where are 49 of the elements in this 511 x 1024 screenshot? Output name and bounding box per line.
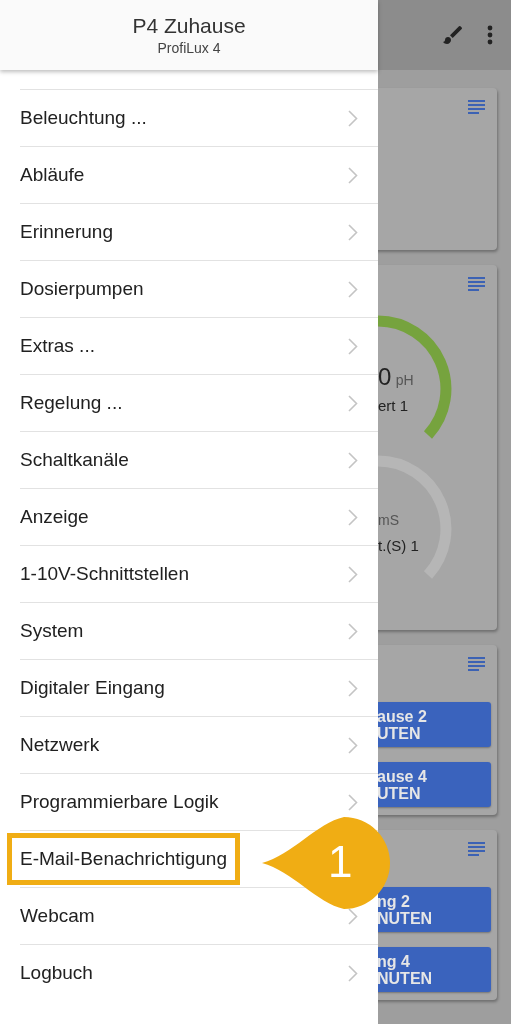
gauge-label: t.(S) 1 [378,537,419,554]
menu-item[interactable]: Logbuch [20,962,93,984]
chevron-icon [348,223,358,241]
menu-item[interactable]: Beleuchtung ... [20,107,147,129]
chevron-icon [348,166,358,184]
chevron-icon [348,565,358,583]
menu-item[interactable]: Programmierbare Logik [20,791,219,813]
timer-button[interactable]: ng 2 NUTEN [378,887,491,932]
callout-number: 1 [328,837,353,887]
brush-icon[interactable] [441,23,465,47]
app-title: P4 Zuhause [132,14,246,38]
menu-item[interactable]: Netzwerk [20,734,100,756]
menu-icon[interactable] [468,657,485,671]
menu-item[interactable]: System [20,620,84,642]
menu-item[interactable]: Digitaler Eingang [20,677,165,699]
chevron-icon [348,907,358,925]
menu-item[interactable]: Erinnerung [20,221,113,243]
timer-button[interactable]: ause 2 UTEN [378,702,491,747]
chevron-icon [348,280,358,298]
more-icon[interactable] [487,25,493,45]
app-subtitle: ProfiLux 4 [157,40,221,56]
menu-item[interactable]: 1-10V-Schnittstellen [20,563,189,585]
timer-button[interactable]: ause 4 UTEN [378,762,491,807]
chevron-icon [348,451,358,469]
menu-item[interactable]: E-Mail-Benachrichtigung [7,833,240,885]
timer-button[interactable]: ng 4 NUTEN [378,947,491,992]
menu-item[interactable]: Extras ... [20,335,95,357]
gauge-label: ert 1 [378,397,409,414]
menu-icon[interactable] [468,100,485,114]
chevron-icon [348,964,358,982]
chevron-icon [348,793,358,811]
chevron-icon [348,508,358,526]
menu-item[interactable]: Webcam [20,905,95,927]
menu-item[interactable]: Dosierpumpen [20,278,144,300]
chevron-icon [348,679,358,697]
gauge-value: 0 [378,363,392,390]
gauge-unit: mS [378,512,399,528]
chevron-icon [348,394,358,412]
menu-icon[interactable] [468,277,485,291]
menu-item[interactable]: Abläufe [20,164,85,186]
gauge-unit: pH [395,372,414,388]
chevron-icon [348,622,358,640]
chevron-icon [348,337,358,355]
chevron-icon [348,736,358,754]
menu-item[interactable]: Schaltkanäle [20,449,129,471]
menu-item[interactable]: Anzeige [20,506,89,528]
chevron-icon [348,109,358,127]
menu-icon[interactable] [468,842,485,856]
menu-item[interactable]: Regelung ... [20,392,123,414]
